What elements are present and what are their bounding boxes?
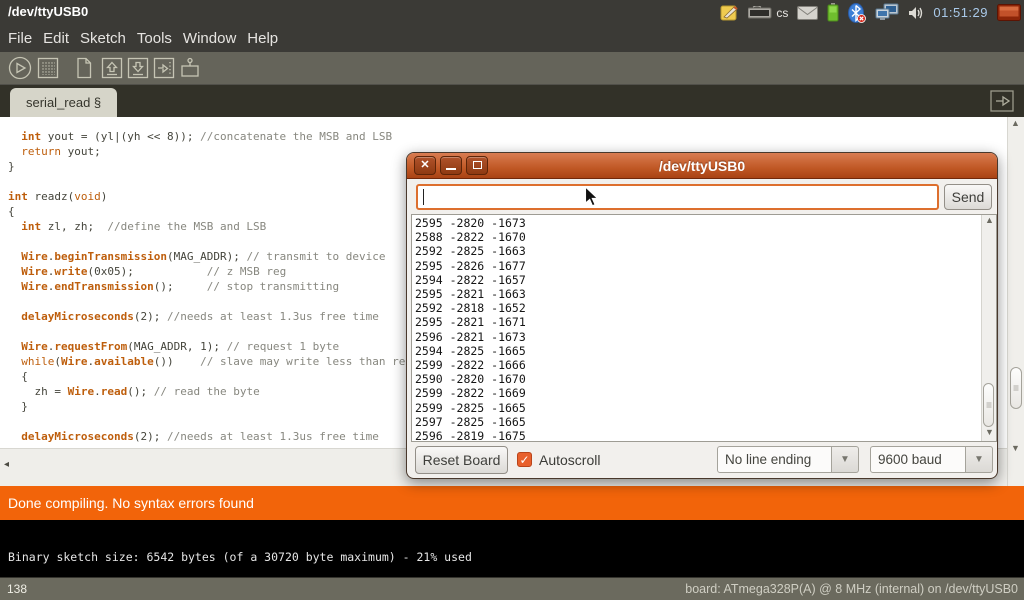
menu-file[interactable]: File [8, 30, 32, 47]
serial-line: 2595 -2821 -1671 [415, 315, 526, 329]
window-title: /dev/ttyUSB0 [8, 4, 88, 19]
serial-send-input[interactable] [416, 184, 939, 210]
menubar: File Edit Sketch Tools Window Help [0, 25, 1024, 52]
line-ending-value: No line ending [717, 446, 832, 473]
scroll-up-icon[interactable]: ▲ [985, 215, 994, 225]
serial-line: 2596 -2819 -1675 [415, 429, 526, 442]
maximize-icon[interactable] [466, 156, 488, 175]
line-number-indicator: 138 [7, 582, 27, 596]
compile-status-message: Done compiling. No syntax errors found [8, 495, 254, 511]
network-icon[interactable] [875, 3, 899, 22]
menu-window[interactable]: Window [183, 30, 236, 47]
serial-line: 2595 -2826 -1677 [415, 259, 526, 273]
compile-status-bar: Done compiling. No syntax errors found [0, 486, 1024, 520]
serial-line: 2599 -2822 -1669 [415, 386, 526, 400]
keyboard-layout-label[interactable]: cs [776, 6, 788, 20]
note-icon[interactable] [720, 4, 739, 22]
save-sketch-icon[interactable] [126, 56, 150, 80]
serial-line: 2595 -2820 -1673 [415, 216, 526, 230]
menu-help[interactable]: Help [247, 30, 278, 47]
battery-icon[interactable] [827, 3, 839, 22]
tabbar: serial_read § [0, 85, 1024, 117]
serial-line: 2599 -2822 -1666 [415, 358, 526, 372]
volume-icon[interactable] [908, 5, 924, 21]
serial-line: 2597 -2825 -1665 [415, 415, 526, 429]
verify-icon[interactable] [8, 56, 32, 80]
autoscroll-label: Autoscroll [539, 452, 600, 468]
line-ending-dropdown[interactable]: No line ending ▼ [717, 446, 859, 473]
clock[interactable]: 01:51:29 [933, 5, 988, 20]
build-console-output: Binary sketch size: 6542 bytes (of a 307… [8, 550, 472, 564]
serial-line: 2592 -2825 -1663 [415, 244, 526, 258]
scroll-down-icon[interactable]: ▼ [1011, 443, 1020, 453]
top-panel: /dev/ttyUSB0 cs 01:51: [0, 0, 1024, 25]
ide-footer: 138 board: ATmega328P(A) @ 8 MHz (intern… [0, 577, 1024, 600]
close-icon[interactable]: ✕ [414, 156, 436, 175]
serial-line: 2588 -2822 -1670 [415, 230, 526, 244]
autoscroll-checkbox[interactable]: ✓ [517, 452, 532, 467]
send-button[interactable]: Send [944, 184, 992, 210]
stop-icon[interactable] [36, 56, 60, 80]
mouse-cursor [584, 186, 599, 208]
scroll-down-icon[interactable]: ▼ [985, 427, 994, 437]
bluetooth-icon[interactable] [848, 3, 866, 23]
code-line: int yout = (yl|(yh << 8)); //concatenate… [8, 129, 1007, 144]
menu-tools[interactable]: Tools [137, 30, 172, 47]
build-console: Binary sketch size: 6542 bytes (of a 307… [0, 520, 1024, 577]
serial-line: 2594 -2822 -1657 [415, 273, 526, 287]
system-tray: cs 01:51:29 [720, 0, 1021, 25]
open-sketch-icon[interactable] [100, 56, 124, 80]
new-sketch-icon[interactable] [72, 56, 96, 80]
toolbar [0, 52, 1024, 85]
serial-output-area[interactable]: 2595 -2820 -16732588 -2822 -16702592 -28… [411, 214, 997, 442]
scroll-left-icon[interactable]: ◂ [4, 459, 9, 470]
serial-line: 2590 -2820 -1670 [415, 372, 526, 386]
mail-icon[interactable] [797, 6, 818, 20]
serial-line: 2596 -2821 -1673 [415, 330, 526, 344]
serial-monitor-title: /dev/ttyUSB0 [407, 153, 997, 179]
minimize-icon[interactable] [440, 156, 462, 175]
text-caret [423, 189, 424, 205]
display-icon[interactable] [997, 4, 1021, 21]
menu-sketch[interactable]: Sketch [80, 30, 126, 47]
keyboard-icon[interactable] [748, 6, 772, 19]
editor-scrollbar-thumb[interactable] [1010, 367, 1022, 409]
serial-line: 2592 -2818 -1652 [415, 301, 526, 315]
chevron-down-icon[interactable]: ▼ [966, 446, 993, 473]
serial-scrollbar[interactable]: ▲ ▼ [981, 215, 996, 441]
serial-line: 2594 -2825 -1665 [415, 344, 526, 358]
serial-output-lines: 2595 -2820 -16732588 -2822 -16702592 -28… [415, 216, 526, 442]
scroll-up-icon[interactable]: ▲ [1011, 118, 1020, 128]
board-info: board: ATmega328P(A) @ 8 MHz (internal) … [685, 582, 1018, 596]
serial-monitor-icon[interactable] [178, 56, 202, 80]
chevron-down-icon[interactable]: ▼ [832, 446, 859, 473]
serial-line: 2599 -2825 -1665 [415, 401, 526, 415]
upload-icon[interactable] [152, 56, 176, 80]
menu-edit[interactable]: Edit [43, 30, 69, 47]
reset-board-button[interactable]: Reset Board [415, 446, 508, 474]
serial-line: 2595 -2821 -1663 [415, 287, 526, 301]
baud-rate-dropdown[interactable]: 9600 baud ▼ [870, 446, 993, 473]
serial-scrollbar-thumb[interactable] [983, 383, 994, 427]
tab-menu-icon[interactable] [990, 90, 1014, 112]
editor-vertical-scrollbar[interactable]: ▲ ▼ [1007, 117, 1024, 486]
serial-monitor-window: ✕ /dev/ttyUSB0 Send 2595 -2820 -16732588… [406, 152, 998, 479]
baud-rate-value: 9600 baud [870, 446, 966, 473]
serial-monitor-titlebar[interactable]: ✕ /dev/ttyUSB0 [407, 153, 997, 179]
tab-serial-read[interactable]: serial_read § [10, 88, 117, 117]
arduino-ide-screen: /dev/ttyUSB0 cs 01:51: [0, 0, 1024, 600]
